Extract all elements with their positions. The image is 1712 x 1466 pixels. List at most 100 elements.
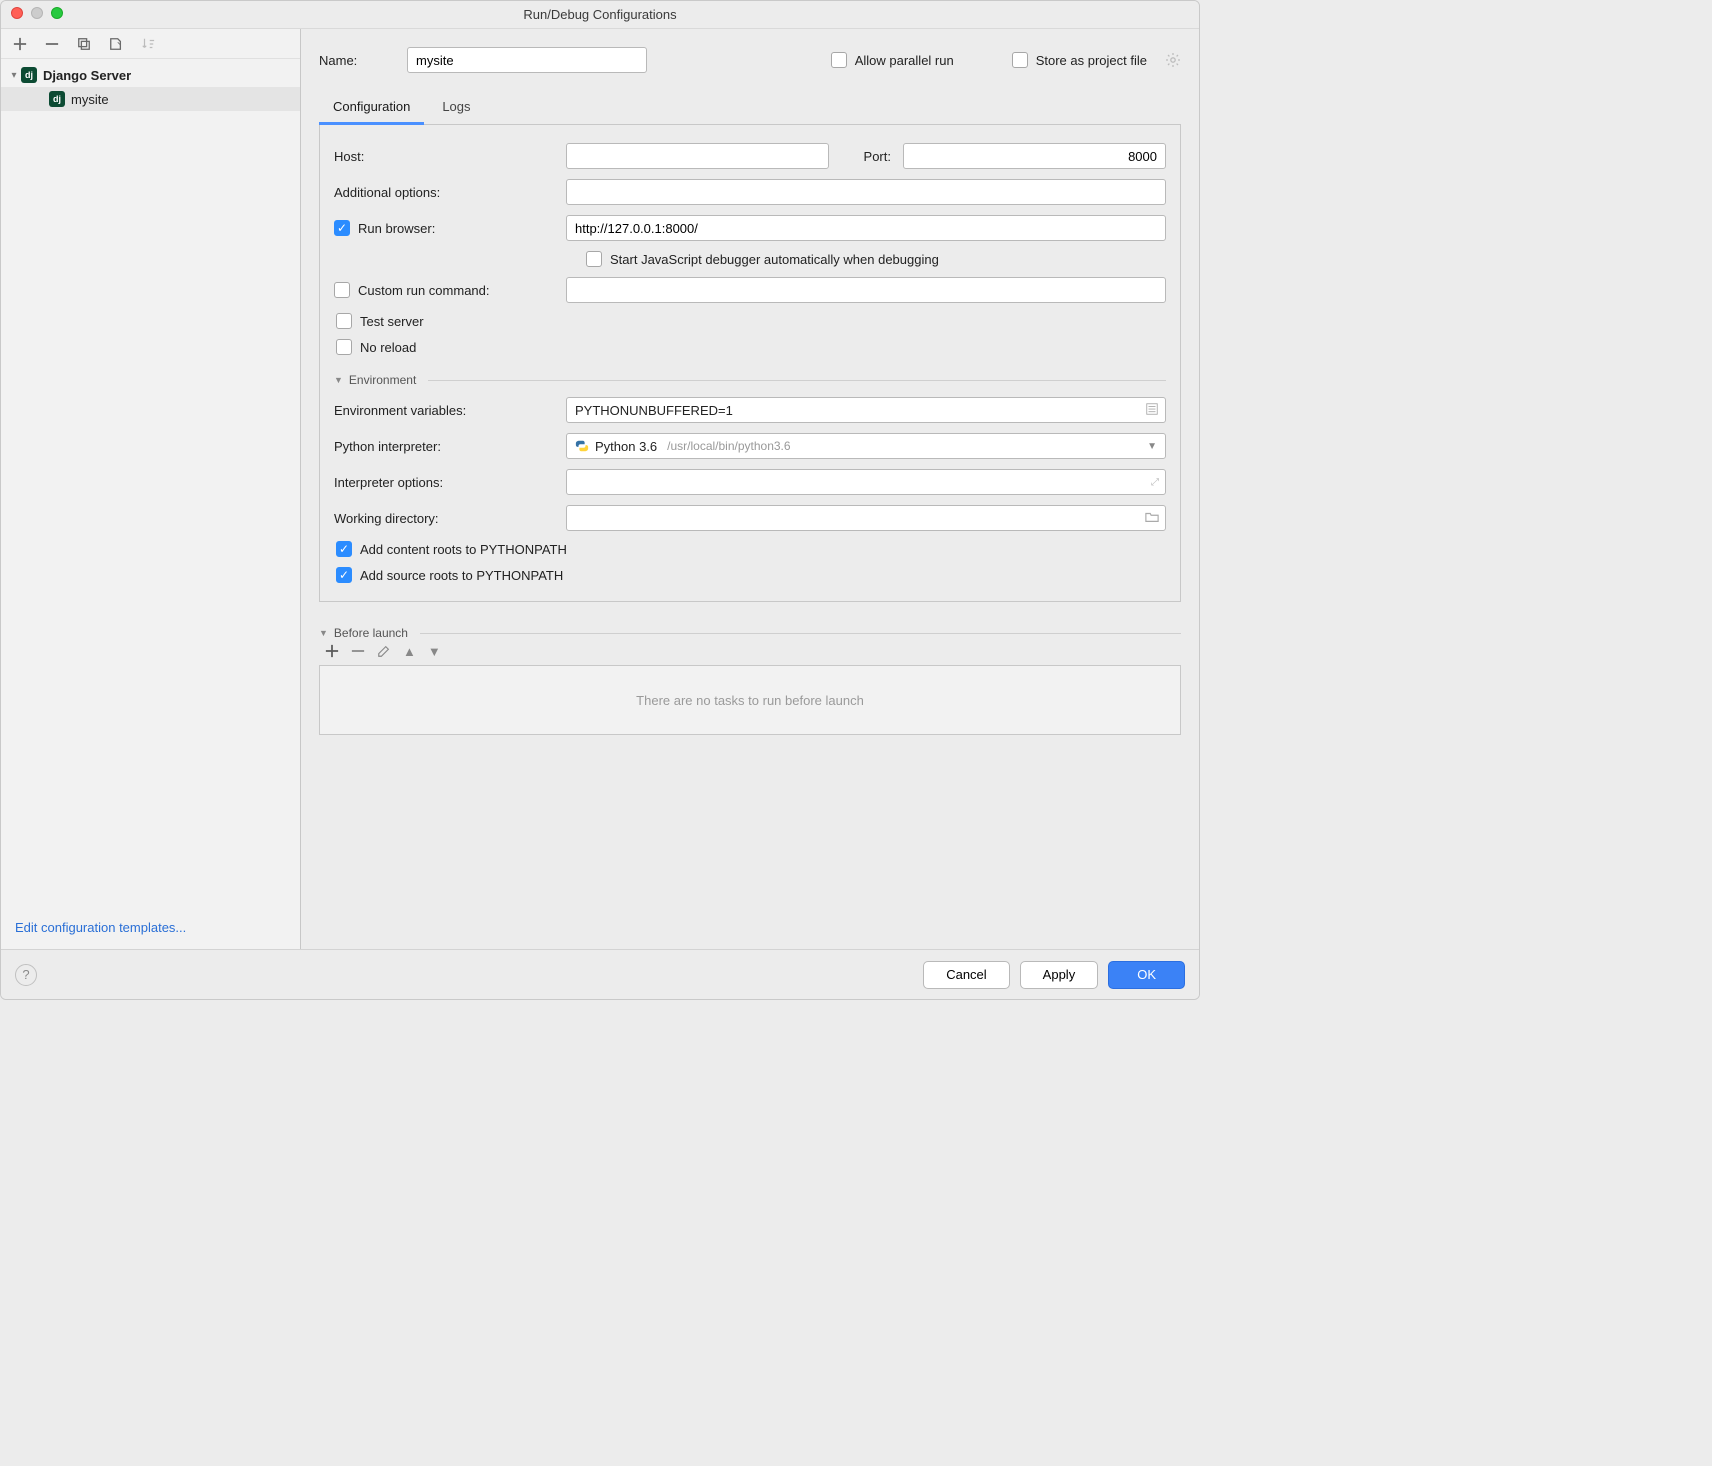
store-project-file-checkbox[interactable]: Store as project file — [1012, 52, 1147, 68]
checkbox-icon[interactable] — [336, 541, 352, 557]
caret-down-icon: ▼ — [319, 628, 328, 638]
env-vars-label: Environment variables: — [334, 403, 554, 418]
ok-button[interactable]: OK — [1108, 961, 1185, 989]
move-down-button: ▼ — [428, 644, 441, 661]
move-up-button: ▲ — [403, 644, 416, 661]
folder-icon[interactable] — [1145, 510, 1159, 527]
host-label: Host: — [334, 149, 554, 164]
start-js-debugger-checkbox[interactable]: Start JavaScript debugger automatically … — [586, 251, 939, 267]
configuration-panel: Host: Port: Additional options: Run brow… — [319, 125, 1181, 602]
working-directory-row: Working directory: — [334, 505, 1166, 531]
titlebar: Run/Debug Configurations — [1, 1, 1199, 29]
before-launch-placeholder: There are no tasks to run before launch — [636, 693, 864, 708]
name-label: Name: — [319, 53, 389, 68]
host-input[interactable] — [566, 143, 829, 169]
help-button[interactable]: ? — [15, 964, 37, 986]
python-interpreter-name: Python 3.6 — [595, 439, 657, 454]
start-js-debugger-row: Start JavaScript debugger automatically … — [334, 251, 1166, 267]
test-server-checkbox[interactable]: Test server — [336, 313, 1166, 329]
additional-options-input[interactable] — [566, 179, 1166, 205]
custom-run-command-row: Custom run command: — [334, 277, 1166, 303]
store-project-label: Store as project file — [1036, 53, 1147, 68]
chevron-down-icon[interactable]: ▾ — [7, 70, 21, 81]
tab-logs[interactable]: Logs — [428, 91, 484, 124]
add-source-roots-checkbox[interactable]: Add source roots to PYTHONPATH — [336, 567, 1166, 583]
additional-options-row: Additional options: — [334, 179, 1166, 205]
django-icon: dj — [49, 91, 65, 107]
add-config-button[interactable] — [11, 35, 29, 53]
add-task-button[interactable] — [325, 644, 339, 661]
environment-section-header[interactable]: ▼ Environment — [334, 373, 1166, 387]
working-directory-input[interactable] — [566, 505, 1166, 531]
interpreter-options-row: Interpreter options: ⤢ — [334, 469, 1166, 495]
remove-config-button[interactable] — [43, 35, 61, 53]
custom-run-command-checkbox[interactable] — [334, 282, 350, 298]
window-title: Run/Debug Configurations — [523, 7, 676, 22]
additional-options-label: Additional options: — [334, 185, 554, 200]
edit-templates-link[interactable]: Edit configuration templates... — [1, 910, 300, 949]
before-launch-toolbar: ▲ ▼ — [319, 640, 1181, 665]
allow-parallel-checkbox[interactable]: Allow parallel run — [831, 52, 954, 68]
apply-button[interactable]: Apply — [1020, 961, 1099, 989]
port-input[interactable] — [903, 143, 1166, 169]
before-launch-list: There are no tasks to run before launch — [319, 665, 1181, 735]
checkbox-icon[interactable] — [336, 339, 352, 355]
checkbox-icon[interactable] — [1012, 52, 1028, 68]
name-row: Name: Allow parallel run Store as projec… — [319, 47, 1181, 73]
tree-item-mysite[interactable]: dj mysite — [1, 87, 300, 111]
add-content-roots-checkbox[interactable]: Add content roots to PYTHONPATH — [336, 541, 1166, 557]
python-icon — [575, 439, 589, 453]
checkbox-icon[interactable] — [336, 313, 352, 329]
expand-icon[interactable]: ⤢ — [1151, 477, 1159, 488]
before-launch-header[interactable]: ▼ Before launch — [319, 626, 1181, 640]
list-icon[interactable] — [1145, 402, 1159, 419]
tabs: Configuration Logs — [319, 91, 1181, 125]
footer-buttons: Cancel Apply OK — [923, 961, 1185, 989]
before-launch-section: ▼ Before launch ▲ ▼ — [319, 618, 1181, 735]
checkbox-icon[interactable] — [586, 251, 602, 267]
close-icon[interactable] — [11, 7, 23, 19]
run-browser-label: Run browser: — [358, 221, 435, 236]
checkbox-icon[interactable] — [831, 52, 847, 68]
config-sidebar: ▾ dj Django Server dj mysite Edit config… — [1, 29, 301, 949]
run-debug-dialog: Run/Debug Configurations — [0, 0, 1200, 1000]
tab-configuration[interactable]: Configuration — [319, 91, 424, 124]
tree-item-label: mysite — [71, 92, 109, 107]
run-browser-checkbox[interactable] — [334, 220, 350, 236]
env-vars-row: Environment variables: PYTHONUNBUFFERED=… — [334, 397, 1166, 423]
save-template-button[interactable] — [107, 35, 125, 53]
env-vars-value: PYTHONUNBUFFERED=1 — [575, 403, 733, 418]
run-browser-url-input[interactable] — [566, 215, 1166, 241]
copy-config-button[interactable] — [75, 35, 93, 53]
python-interpreter-label: Python interpreter: — [334, 439, 554, 454]
chevron-down-icon: ▼ — [1147, 441, 1157, 452]
add-source-roots-label: Add source roots to PYTHONPATH — [360, 568, 563, 583]
sort-button[interactable] — [139, 35, 157, 53]
no-reload-checkbox[interactable]: No reload — [336, 339, 1166, 355]
python-interpreter-select[interactable]: Python 3.6 /usr/local/bin/python3.6 ▼ — [566, 433, 1166, 459]
name-input[interactable] — [407, 47, 647, 73]
interpreter-options-label: Interpreter options: — [334, 475, 554, 490]
interpreter-options-input[interactable]: ⤢ — [566, 469, 1166, 495]
no-reload-label: No reload — [360, 340, 416, 355]
custom-run-command-label: Custom run command: — [358, 283, 490, 298]
minimize-icon — [31, 7, 43, 19]
sidebar-toolbar — [1, 29, 300, 59]
test-server-label: Test server — [360, 314, 424, 329]
main-panel: Name: Allow parallel run Store as projec… — [301, 29, 1199, 949]
env-vars-input[interactable]: PYTHONUNBUFFERED=1 — [566, 397, 1166, 423]
window-controls — [11, 7, 63, 19]
gear-icon[interactable] — [1165, 52, 1181, 68]
python-interpreter-path: /usr/local/bin/python3.6 — [667, 439, 790, 453]
port-label: Port: — [841, 149, 891, 164]
cancel-button[interactable]: Cancel — [923, 961, 1009, 989]
tree-group-django-server[interactable]: ▾ dj Django Server — [1, 63, 300, 87]
before-launch-label: Before launch — [334, 626, 408, 640]
working-directory-label: Working directory: — [334, 511, 554, 526]
checkbox-icon[interactable] — [336, 567, 352, 583]
host-row: Host: Port: — [334, 143, 1166, 169]
maximize-icon[interactable] — [51, 7, 63, 19]
edit-task-button — [377, 644, 391, 661]
django-icon: dj — [21, 67, 37, 83]
add-content-roots-label: Add content roots to PYTHONPATH — [360, 542, 567, 557]
